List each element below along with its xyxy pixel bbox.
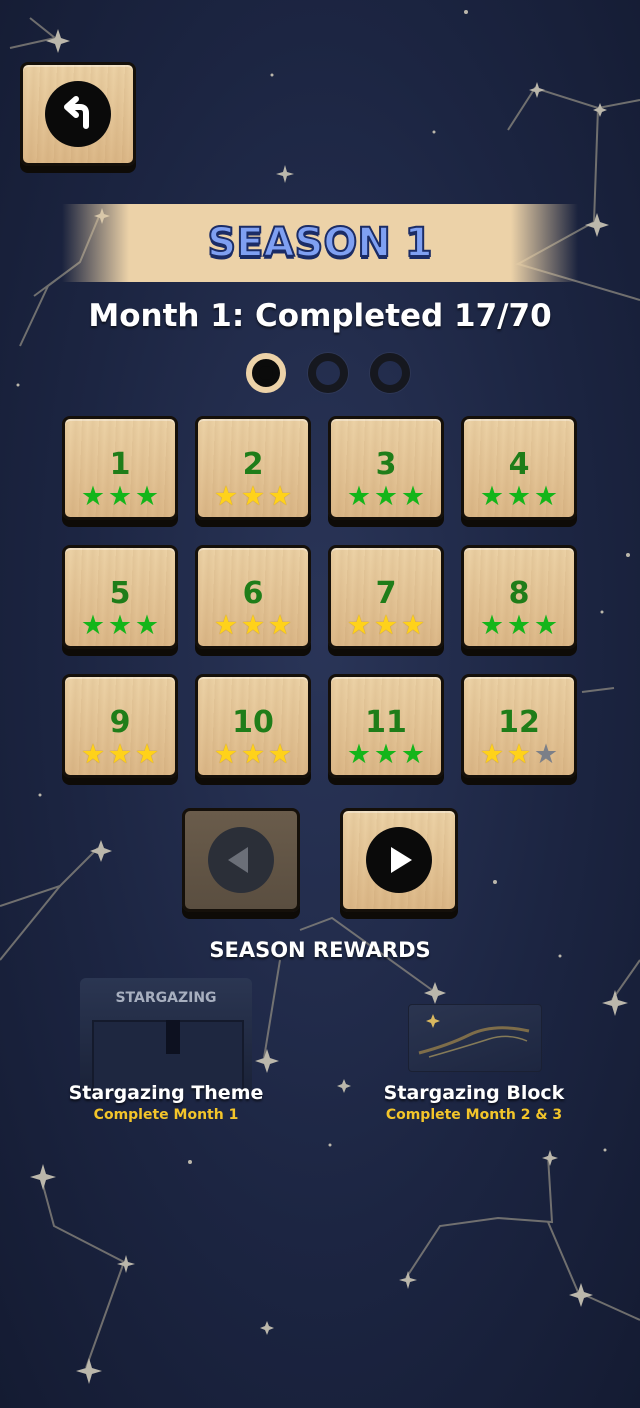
- gold-star-icon: ★: [213, 610, 239, 641]
- level-star-rating: ★ ★ ★: [213, 612, 294, 639]
- reward-name-theme: Stargazing Theme: [68, 1082, 264, 1104]
- level-star-rating: ★ ★ ★: [346, 612, 427, 639]
- gold-star-icon: ★: [107, 739, 133, 770]
- level-star-rating: ★ ★ ★: [479, 612, 560, 639]
- level-number: 12: [498, 705, 540, 740]
- green-star-icon: ★: [134, 481, 160, 512]
- sparkle-trail-icon: [418, 1014, 530, 1058]
- stargazing-block-thumbnail[interactable]: [408, 1004, 542, 1072]
- level-tile-10[interactable]: 10 ★ ★ ★: [195, 674, 311, 778]
- level-star-rating: ★ ★ ★: [213, 741, 294, 768]
- gold-star-icon: ★: [213, 481, 239, 512]
- level-number: 1: [109, 447, 131, 482]
- previous-page-button[interactable]: [182, 808, 300, 912]
- page-dot-3[interactable]: [370, 353, 410, 393]
- gold-star-icon: ★: [80, 739, 106, 770]
- season-rewards-title: SEASON REWARDS: [209, 938, 431, 962]
- green-star-icon: ★: [533, 610, 559, 641]
- green-star-icon: ★: [346, 481, 372, 512]
- level-tile-12[interactable]: 12 ★ ★ ★: [461, 674, 577, 778]
- gold-star-icon: ★: [267, 739, 293, 770]
- green-star-icon: ★: [479, 610, 505, 641]
- level-star-rating: ★ ★ ★: [346, 483, 427, 510]
- level-tile-1[interactable]: 1 ★ ★ ★: [62, 416, 178, 520]
- level-number: 8: [508, 576, 530, 611]
- level-number: 11: [365, 705, 407, 740]
- level-number: 6: [242, 576, 264, 611]
- green-star-icon: ★: [506, 481, 532, 512]
- green-star-icon: ★: [80, 481, 106, 512]
- level-number: 10: [232, 705, 274, 740]
- gold-star-icon: ★: [373, 610, 399, 641]
- level-number: 5: [109, 576, 131, 611]
- level-number: 3: [375, 447, 397, 482]
- gold-star-icon: ★: [346, 610, 372, 641]
- level-number: 2: [242, 447, 264, 482]
- triangle-left-icon: [208, 827, 274, 893]
- level-star-rating: ★ ★ ★: [213, 483, 294, 510]
- level-tile-7[interactable]: 7 ★ ★ ★: [328, 545, 444, 649]
- grey-star-icon: ★: [533, 739, 559, 770]
- gold-star-icon: ★: [240, 739, 266, 770]
- level-tile-2[interactable]: 2 ★ ★ ★: [195, 416, 311, 520]
- triangle-right-icon: [366, 827, 432, 893]
- level-tile-6[interactable]: 6 ★ ★ ★: [195, 545, 311, 649]
- green-star-icon: ★: [346, 739, 372, 770]
- gold-star-icon: ★: [134, 739, 160, 770]
- green-star-icon: ★: [80, 610, 106, 641]
- green-star-icon: ★: [400, 739, 426, 770]
- gold-star-icon: ★: [240, 481, 266, 512]
- gold-star-icon: ★: [400, 610, 426, 641]
- level-star-rating: ★ ★ ★: [80, 741, 161, 768]
- green-star-icon: ★: [479, 481, 505, 512]
- page-dot-1[interactable]: [246, 353, 286, 393]
- green-star-icon: ★: [134, 610, 160, 641]
- green-star-icon: ★: [373, 739, 399, 770]
- theme-preview-block: [166, 1020, 180, 1054]
- gold-star-icon: ★: [240, 610, 266, 641]
- level-star-rating: ★ ★ ★: [479, 741, 560, 768]
- level-tile-8[interactable]: 8 ★ ★ ★: [461, 545, 577, 649]
- level-star-rating: ★ ★ ★: [346, 741, 427, 768]
- season-banner: SEASON 1: [62, 204, 578, 282]
- page-dot-2[interactable]: [308, 353, 348, 393]
- gold-star-icon: ★: [479, 739, 505, 770]
- back-button[interactable]: [20, 62, 136, 166]
- green-star-icon: ★: [373, 481, 399, 512]
- gold-star-icon: ★: [213, 739, 239, 770]
- reward-requirement-block: Complete Month 2 & 3: [385, 1107, 563, 1123]
- green-star-icon: ★: [533, 481, 559, 512]
- level-tile-5[interactable]: 5 ★ ★ ★: [62, 545, 178, 649]
- level-tile-9[interactable]: 9 ★ ★ ★: [62, 674, 178, 778]
- season-title: SEASON 1: [206, 219, 433, 267]
- green-star-icon: ★: [107, 610, 133, 641]
- back-arrow-icon: [45, 81, 111, 147]
- level-number: 9: [109, 705, 131, 740]
- gold-star-icon: ★: [267, 481, 293, 512]
- gold-star-icon: ★: [267, 610, 293, 641]
- green-star-icon: ★: [400, 481, 426, 512]
- theme-thumbnail-title: STARGAZING: [115, 990, 217, 1006]
- level-star-rating: ★ ★ ★: [479, 483, 560, 510]
- reward-name-block: Stargazing Block: [383, 1082, 565, 1104]
- month-progress-label: Month 1: Completed 17/70: [88, 298, 552, 334]
- level-number: 7: [375, 576, 397, 611]
- green-star-icon: ★: [107, 481, 133, 512]
- level-tile-3[interactable]: 3 ★ ★ ★: [328, 416, 444, 520]
- level-tile-4[interactable]: 4 ★ ★ ★: [461, 416, 577, 520]
- level-star-rating: ★ ★ ★: [80, 483, 161, 510]
- gold-star-icon: ★: [506, 739, 532, 770]
- level-star-rating: ★ ★ ★: [80, 612, 161, 639]
- next-page-button[interactable]: [340, 808, 458, 912]
- page-indicator: [246, 351, 422, 401]
- level-tile-11[interactable]: 11 ★ ★ ★: [328, 674, 444, 778]
- level-number: 4: [508, 447, 530, 482]
- reward-requirement-theme: Complete Month 1: [93, 1107, 239, 1123]
- stargazing-theme-thumbnail[interactable]: STARGAZING: [80, 978, 252, 1094]
- green-star-icon: ★: [506, 610, 532, 641]
